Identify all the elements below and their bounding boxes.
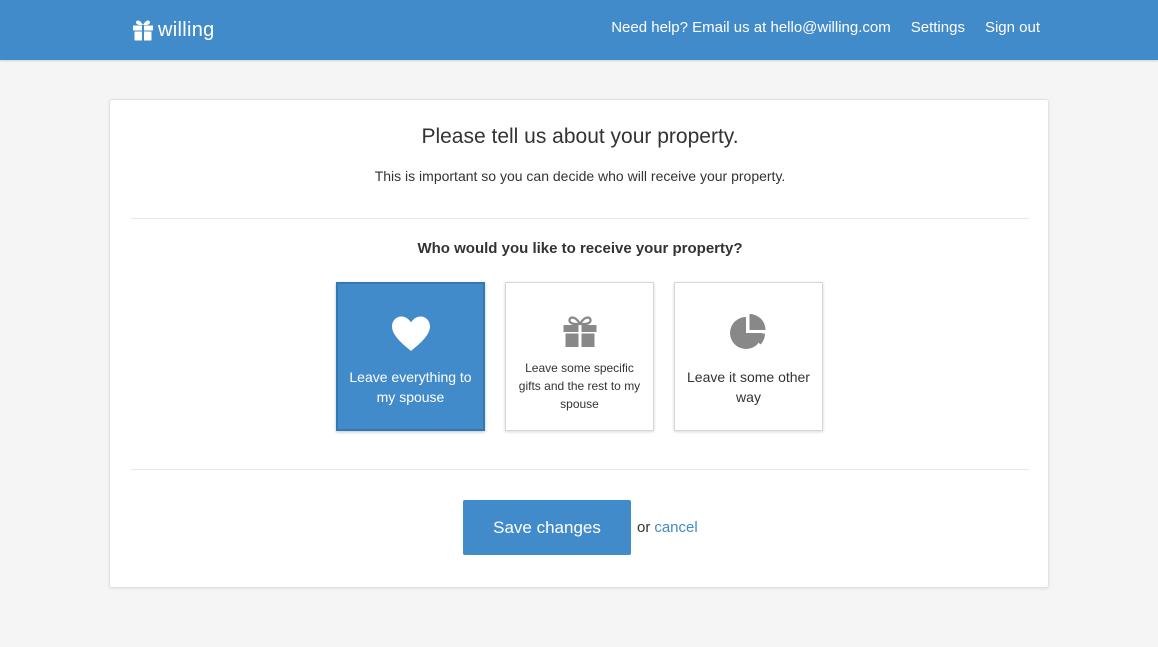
question-label: Who would you like to receive your prope… (417, 240, 743, 257)
option-label: Leave some specific gifts and the rest t… (518, 361, 641, 411)
option-leave-everything-to-spouse[interactable]: Leave everything to my spouse (336, 282, 485, 431)
header-nav: Need help? Email us at hello@willing.com… (611, 18, 1040, 38)
or-text: or (637, 519, 651, 536)
save-changes-button[interactable]: Save changes (463, 500, 631, 555)
option-label: Leave everything to my spouse (349, 369, 472, 405)
divider (131, 218, 1029, 219)
gift-icon (506, 316, 653, 348)
property-card: Please tell us about your property. This… (109, 99, 1049, 588)
option-specific-gifts[interactable]: Leave some specific gifts and the rest t… (505, 282, 654, 431)
help-email-link[interactable]: Need help? Email us at hello@willing.com (611, 18, 891, 38)
option-label: Leave it some other way (687, 369, 810, 405)
form-actions: Save changes or cancel (463, 500, 698, 555)
property-options: Leave everything to my spouse Leave some… (336, 282, 823, 431)
cancel-link[interactable]: cancel (654, 519, 697, 536)
option-some-other-way[interactable]: Leave it some other way (674, 282, 823, 431)
gift-icon (132, 19, 154, 41)
page-title: Please tell us about your property. (421, 125, 739, 148)
brand-name: willing (158, 19, 215, 41)
page-subtitle: This is important so you can decide who … (374, 168, 786, 184)
brand-logo-link[interactable]: willing (132, 16, 215, 44)
pie-chart-icon (675, 313, 822, 353)
settings-link[interactable]: Settings (911, 18, 965, 38)
heart-icon (338, 315, 483, 353)
top-navigation-bar: willing Need help? Email us at hello@wil… (0, 0, 1158, 60)
divider (131, 469, 1029, 470)
sign-out-link[interactable]: Sign out (985, 18, 1040, 38)
